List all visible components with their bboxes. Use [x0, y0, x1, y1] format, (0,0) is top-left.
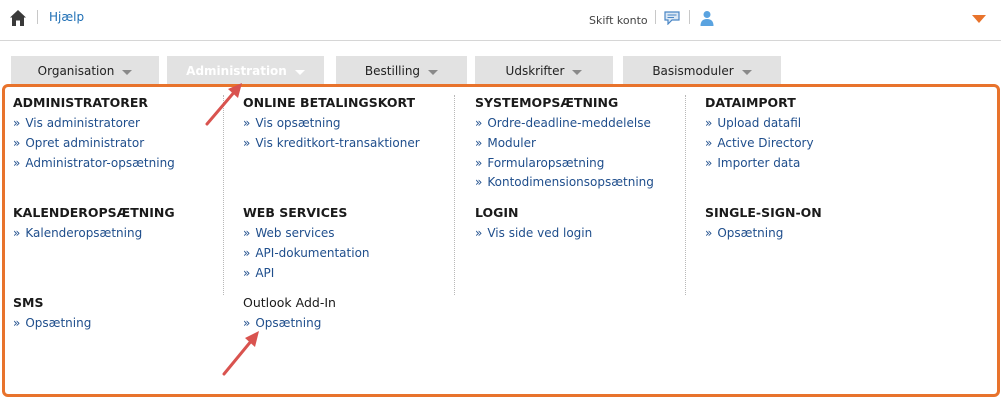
- menu-link-kontodimensionsopsaetning[interactable]: Kontodimensionsopsætning: [475, 173, 654, 193]
- section-web-services: WEB SERVICES Web services API-dokumentat…: [243, 205, 370, 283]
- menu-link-vis-side-ved-login[interactable]: Vis side ved login: [475, 224, 592, 244]
- annotation-arrow: [222, 331, 259, 376]
- chevron-down-icon: [572, 69, 583, 75]
- tab-label: Bestilling: [364, 64, 421, 78]
- chevron-down-icon: [294, 69, 305, 75]
- separator: [655, 10, 656, 24]
- section-online-betalingskort: ONLINE BETALINGSKORT Vis opsætning Vis k…: [243, 95, 420, 154]
- section-title: LOGIN: [475, 205, 519, 220]
- chevron-down-icon: [122, 69, 133, 75]
- section-title: ADMINISTRATORER: [13, 95, 149, 110]
- tab-udskrifter[interactable]: Udskrifter: [475, 56, 613, 86]
- section-title: SINGLE-SIGN-ON: [705, 205, 822, 220]
- menu-link-active-directory[interactable]: Active Directory: [705, 134, 813, 154]
- menu-link-sms-opsaetning[interactable]: Opsætning: [13, 314, 91, 334]
- user-icon[interactable]: [700, 10, 714, 26]
- section-dataimport: DATAIMPORT Upload datafil Active Directo…: [705, 95, 814, 173]
- section-sms: SMS Opsætning: [13, 295, 91, 334]
- menu-link-moduler[interactable]: Moduler: [475, 134, 654, 154]
- menu-link-formularopsaetning[interactable]: Formularopsætning: [475, 154, 654, 174]
- menu-link-vis-opsaetning[interactable]: Vis opsætning: [243, 114, 420, 134]
- chevron-down-icon: [741, 69, 752, 75]
- menu-link-web-services[interactable]: Web services: [243, 224, 370, 244]
- menu-link-kalenderopsaetning[interactable]: Kalenderopsætning: [13, 224, 175, 244]
- top-bar: Hjælp Skift konto: [0, 0, 1001, 41]
- tab-label: Organisation: [37, 64, 115, 78]
- tab-basismoduler[interactable]: Basismoduler: [623, 56, 781, 86]
- section-title: KALENDEROPSÆTNING: [13, 205, 175, 220]
- annotation-arrow: [205, 83, 242, 126]
- menu-link-sso-opsaetning[interactable]: Opsætning: [705, 224, 822, 244]
- section-title: SMS: [13, 295, 44, 310]
- section-single-sign-on: SINGLE-SIGN-ON Opsætning: [705, 205, 822, 244]
- menu-link-api[interactable]: API: [243, 264, 370, 284]
- tab-label: Administration: [186, 64, 287, 78]
- section-title: SYSTEMOPSÆTNING: [475, 95, 619, 110]
- section-title: Outlook Add-In: [243, 295, 336, 310]
- menu-link-opret-administrator[interactable]: Opret administrator: [13, 134, 175, 154]
- tab-bestilling[interactable]: Bestilling: [336, 56, 467, 86]
- switch-account-link[interactable]: Skift konto: [589, 14, 648, 27]
- menu-link-vis-administratorer[interactable]: Vis administratorer: [13, 114, 175, 134]
- menu-link-api-dokumentation[interactable]: API-dokumentation: [243, 244, 369, 264]
- tab-label: Udskrifter: [505, 64, 565, 78]
- home-icon[interactable]: [9, 9, 27, 27]
- menu-link-ordre-deadline-meddelelse[interactable]: Ordre-deadline-meddelelse: [475, 114, 654, 134]
- separator: [37, 10, 38, 24]
- column-divider: [685, 95, 686, 295]
- section-kalenderopsaetning: KALENDEROPSÆTNING Kalenderopsætning: [13, 205, 175, 244]
- menu-link-importer-data[interactable]: Importer data: [705, 154, 814, 174]
- caret-down-icon[interactable]: [972, 15, 986, 23]
- menu-link-administrator-opsaetning[interactable]: Administrator-opsætning: [13, 154, 174, 174]
- section-title: ONLINE BETALINGSKORT: [243, 95, 416, 110]
- separator: [689, 10, 690, 24]
- section-systemopsaetning: SYSTEMOPSÆTNING Ordre-deadline-meddelels…: [475, 95, 654, 193]
- tab-label: Basismoduler: [652, 64, 734, 78]
- chat-icon[interactable]: [664, 11, 680, 25]
- section-login: LOGIN Vis side ved login: [475, 205, 592, 244]
- help-link[interactable]: Hjælp: [49, 10, 84, 24]
- column-divider: [454, 95, 455, 295]
- menu-link-upload-datafil[interactable]: Upload datafil: [705, 114, 814, 134]
- chevron-down-icon: [428, 69, 439, 75]
- menu-link-vis-kreditkort-transaktioner[interactable]: Vis kreditkort-transaktioner: [243, 134, 419, 154]
- section-title: DATAIMPORT: [705, 95, 796, 110]
- section-administratorer: ADMINISTRATORER Vis administratorer Opre…: [13, 95, 175, 173]
- section-title: WEB SERVICES: [243, 205, 348, 220]
- tab-organisation[interactable]: Organisation: [11, 56, 159, 86]
